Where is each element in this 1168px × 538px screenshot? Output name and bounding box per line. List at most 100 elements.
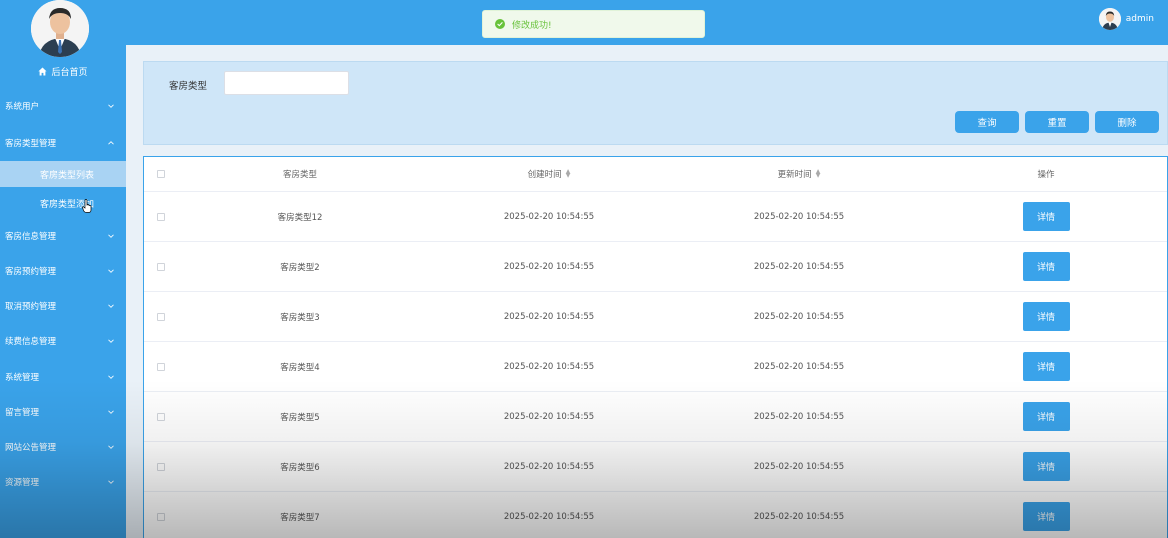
row-checkbox[interactable] (156, 362, 165, 371)
menu-label: 留言管理 (5, 408, 40, 418)
select-all-checkbox[interactable] (156, 170, 165, 178)
chevron-down-icon (108, 104, 114, 108)
menu-item-booking[interactable]: 客房预约管理 (0, 259, 126, 283)
menu-label: 取消预约管理 (5, 302, 57, 312)
sidebar: 后台首页 系统用户 客房类型管理 客房类型列表 客房类型添加 客房信息管理 客房… (0, 0, 126, 538)
room-type-search-input[interactable] (224, 71, 349, 95)
detail-button[interactable]: 详情 (1022, 502, 1070, 531)
menu-label: 系统管理 (5, 373, 40, 383)
cell-action: 详情 (923, 292, 1167, 341)
cell-room-type: 客房类型3 (280, 312, 320, 323)
cell-created-time: 2025-02-20 10:54:55 (503, 411, 595, 422)
chevron-down-icon (108, 234, 114, 238)
row-checkbox[interactable] (156, 512, 165, 521)
menu-item-resources[interactable]: 资源管理 (0, 470, 126, 494)
menu-label: 续费信息管理 (5, 337, 57, 347)
submenu-room-type-add[interactable]: 客房类型添加 (0, 190, 126, 216)
cell-action: 详情 (923, 342, 1167, 391)
cell-updated-time: 2025-02-20 10:54:55 (753, 311, 845, 322)
row-checkbox[interactable] (156, 212, 165, 221)
menu-label: 网站公告管理 (5, 443, 57, 453)
detail-button[interactable]: 详情 (1022, 402, 1070, 431)
menu-item-renewal[interactable]: 续费信息管理 (0, 329, 126, 353)
row-checkbox[interactable] (156, 312, 165, 321)
menu-item-system-users[interactable]: 系统用户 (0, 94, 126, 118)
detail-button[interactable]: 详情 (1022, 352, 1070, 381)
header-updated-time[interactable]: 更新时间 ▲ ▼ (675, 157, 923, 191)
detail-button[interactable]: 详情 (1022, 202, 1070, 231)
cell-created-time: 2025-02-20 10:54:55 (503, 311, 595, 322)
submenu-room-type-list[interactable]: 客房类型列表 (0, 161, 126, 187)
menu-label: 客房信息管理 (5, 232, 57, 242)
cell-room-type: 客房类型12 (277, 212, 323, 223)
cell-created-time: 2025-02-20 10:54:55 (503, 461, 595, 472)
menu-item-room-type[interactable]: 客房类型管理 (0, 131, 126, 155)
cell-created-time: 2025-02-20 10:54:55 (503, 361, 595, 372)
menu-item-announcements[interactable]: 网站公告管理 (0, 435, 126, 459)
sort-icon[interactable]: ▲ ▼ (816, 169, 821, 179)
menu-label: 系统用户 (5, 102, 40, 112)
row-select-cell (144, 192, 177, 241)
room-type-table: 客房类型 创建时间 ▲ ▼ 更新时间 ▲ ▼ 操作 客房类型12 2025-02-2… (143, 156, 1168, 538)
cell-updated-time: 2025-02-20 10:54:55 (753, 461, 845, 472)
cell-action: 详情 (923, 442, 1167, 491)
admin-avatar[interactable] (31, 0, 89, 57)
header-action: 操作 (1037, 170, 1055, 180)
cell-action: 详情 (923, 492, 1167, 538)
table-row: 客房类型12 2025-02-20 10:54:55 2025-02-20 10… (144, 192, 1167, 242)
delete-button[interactable]: 删除 (1095, 111, 1159, 133)
chevron-down-icon (108, 304, 114, 308)
table-row: 客房类型4 2025-02-20 10:54:55 2025-02-20 10:… (144, 342, 1167, 392)
query-button[interactable]: 查询 (955, 111, 1019, 133)
row-select-cell (144, 292, 177, 341)
header-updated-label: 更新时间 (777, 170, 812, 180)
menu-label: 资源管理 (5, 478, 40, 488)
user-menu[interactable]: admin (1098, 8, 1154, 30)
cell-created-time: 2025-02-20 10:54:55 (503, 261, 595, 272)
select-all-cell (144, 157, 177, 191)
cell-created-time: 2025-02-20 10:54:55 (503, 211, 595, 222)
cell-updated-time: 2025-02-20 10:54:55 (753, 361, 845, 372)
chevron-down-icon (108, 269, 114, 273)
home-label: 后台首页 (51, 68, 88, 78)
menu-item-room-info[interactable]: 客房信息管理 (0, 224, 126, 248)
row-checkbox[interactable] (156, 412, 165, 421)
cell-room-type: 客房类型5 (280, 412, 320, 423)
cell-action: 详情 (923, 192, 1167, 241)
menu-label: 客房预约管理 (5, 267, 57, 277)
cell-created-time: 2025-02-20 10:54:55 (503, 511, 595, 522)
detail-button[interactable]: 详情 (1022, 452, 1070, 481)
cell-action: 详情 (923, 242, 1167, 291)
cell-updated-time: 2025-02-20 10:54:55 (753, 211, 845, 222)
toast-message: 修改成功! (512, 20, 552, 31)
username: admin (1125, 14, 1154, 24)
menu-item-messages[interactable]: 留言管理 (0, 400, 126, 424)
header-created-time[interactable]: 创建时间 ▲ ▼ (423, 157, 675, 191)
cell-room-type: 客房类型4 (280, 362, 320, 373)
row-select-cell (144, 392, 177, 441)
chevron-down-icon (108, 375, 114, 379)
user-avatar[interactable] (1098, 8, 1121, 30)
cell-updated-time: 2025-02-20 10:54:55 (753, 261, 845, 272)
search-label: 客房类型 (169, 81, 208, 92)
row-checkbox[interactable] (156, 462, 165, 471)
cell-room-type: 客房类型7 (280, 512, 320, 523)
row-select-cell (144, 342, 177, 391)
detail-button[interactable]: 详情 (1022, 252, 1070, 281)
row-checkbox[interactable] (156, 262, 165, 271)
table-row: 客房类型6 2025-02-20 10:54:55 2025-02-20 10:… (144, 442, 1167, 492)
sort-icon[interactable]: ▲ ▼ (566, 169, 571, 179)
cell-room-type: 客房类型6 (280, 462, 320, 473)
detail-button[interactable]: 详情 (1022, 302, 1070, 331)
search-panel: 客房类型 查询 重置 删除 (143, 61, 1168, 145)
table-row: 客房类型7 2025-02-20 10:54:55 2025-02-20 10:… (144, 492, 1167, 538)
chevron-down-icon (108, 410, 114, 414)
sidebar-home-link[interactable]: 后台首页 (0, 65, 126, 78)
row-select-cell (144, 442, 177, 491)
menu-item-cancel-booking[interactable]: 取消预约管理 (0, 294, 126, 318)
menu-item-system[interactable]: 系统管理 (0, 365, 126, 389)
reset-button[interactable]: 重置 (1025, 111, 1089, 133)
submenu-label: 客房类型列表 (39, 170, 94, 181)
table-header: 客房类型 创建时间 ▲ ▼ 更新时间 ▲ ▼ 操作 (144, 157, 1167, 192)
header-room-type: 客房类型 (282, 170, 317, 180)
